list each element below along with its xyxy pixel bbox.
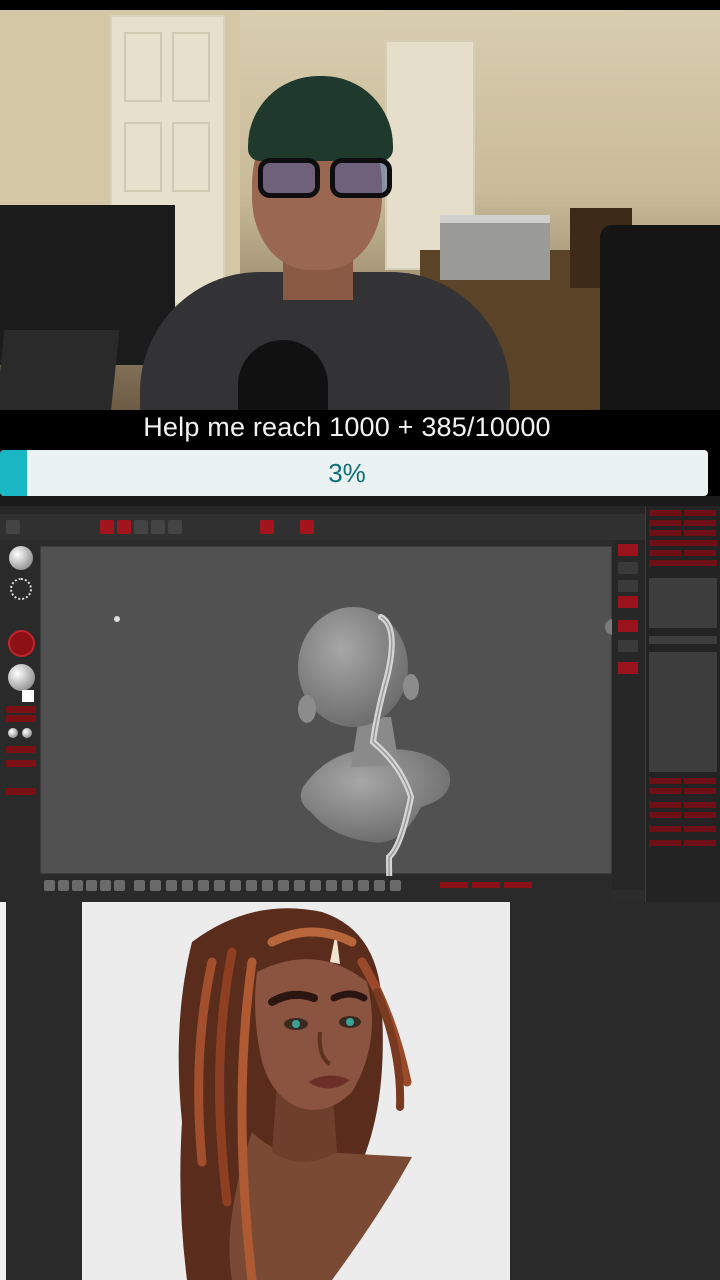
brush-button[interactable] [166,880,177,891]
goal-progress-bar: 3% [0,450,708,496]
brush-button[interactable] [342,880,353,891]
brush-button[interactable] [182,880,193,891]
tool-thumbnail-grid[interactable] [649,578,717,628]
right-shelf-button[interactable] [618,580,638,592]
zbrush-top-shelf [0,514,645,540]
right-shelf-button[interactable] [618,562,638,574]
right-shelf-button[interactable] [618,662,638,674]
stroke-dots-icon[interactable] [10,578,32,600]
brush-button[interactable] [278,880,289,891]
bust-model [114,607,644,902]
brush-button[interactable] [58,880,69,891]
brush-button[interactable] [358,880,369,891]
brush-button[interactable] [198,880,209,891]
brush-button[interactable] [86,880,97,891]
zsub-button[interactable] [300,520,314,534]
zbrush-title-bar [0,496,720,506]
brush-button[interactable] [150,880,161,891]
zbrush-right-shelf [612,540,645,890]
move-button[interactable] [134,520,148,534]
chair [600,225,720,415]
laptop [0,330,120,415]
brush-button[interactable] [114,880,125,891]
zbrush-menu-bar[interactable] [0,506,645,514]
alpha-red-circle-icon[interactable] [8,630,35,657]
color-swatch-icon[interactable] [22,690,34,702]
stream-goal-widget: Help me reach 1000 + 385/10000 3% [0,410,720,496]
cap [248,76,393,161]
right-shelf-button[interactable] [618,640,638,652]
brush-button[interactable] [134,880,145,891]
brush-button[interactable] [246,880,257,891]
glasses [258,158,398,200]
portrait-painting [82,902,510,1280]
brush-button[interactable] [390,880,401,891]
left-tray-button[interactable] [6,715,36,722]
draw-button[interactable] [117,520,131,534]
zbrush-window [0,496,720,902]
brush-button[interactable] [326,880,337,891]
brush-button[interactable] [230,880,241,891]
gradient-sphere-icon[interactable] [22,728,32,738]
webcam-feed [0,10,720,415]
left-tray-button[interactable] [6,788,36,795]
right-shelf-button[interactable] [618,544,638,556]
right-shelf-button[interactable] [618,620,638,632]
left-tray-button[interactable] [6,746,36,753]
brush-button[interactable] [294,880,305,891]
edit-button[interactable] [100,520,114,534]
left-tray-button[interactable] [6,760,36,767]
brush-button[interactable] [100,880,111,891]
brush-button[interactable] [262,880,273,891]
goal-text: Help me reach 1000 + 385/10000 [143,412,551,442]
material-sphere-icon[interactable] [8,664,35,691]
left-tray-button[interactable] [6,706,36,713]
brush-button[interactable] [72,880,83,891]
mannequin-icon [114,616,120,622]
goal-progress-percent: 3% [328,458,366,488]
brush-button[interactable] [310,880,321,891]
gradient-sphere-icon[interactable] [8,728,18,738]
printer [440,215,550,280]
zbrush-canvas[interactable] [40,546,644,902]
zadd-button[interactable] [260,520,274,534]
brush-sphere-icon[interactable] [9,546,33,570]
rotate-button[interactable] [168,520,182,534]
lightbox-button[interactable] [6,520,20,534]
reference-artwork-area [0,902,720,1280]
zbrush-tool-palette [645,506,720,902]
portrait-illustration [178,908,412,1280]
subtool-list[interactable] [649,652,717,772]
zbrush-brush-shelf [40,876,612,902]
right-shelf-button[interactable] [618,596,638,608]
scale-button[interactable] [151,520,165,534]
brush-button[interactable] [374,880,385,891]
zbrush-left-tray [0,540,40,902]
brush-button[interactable] [44,880,55,891]
brush-button[interactable] [214,880,225,891]
